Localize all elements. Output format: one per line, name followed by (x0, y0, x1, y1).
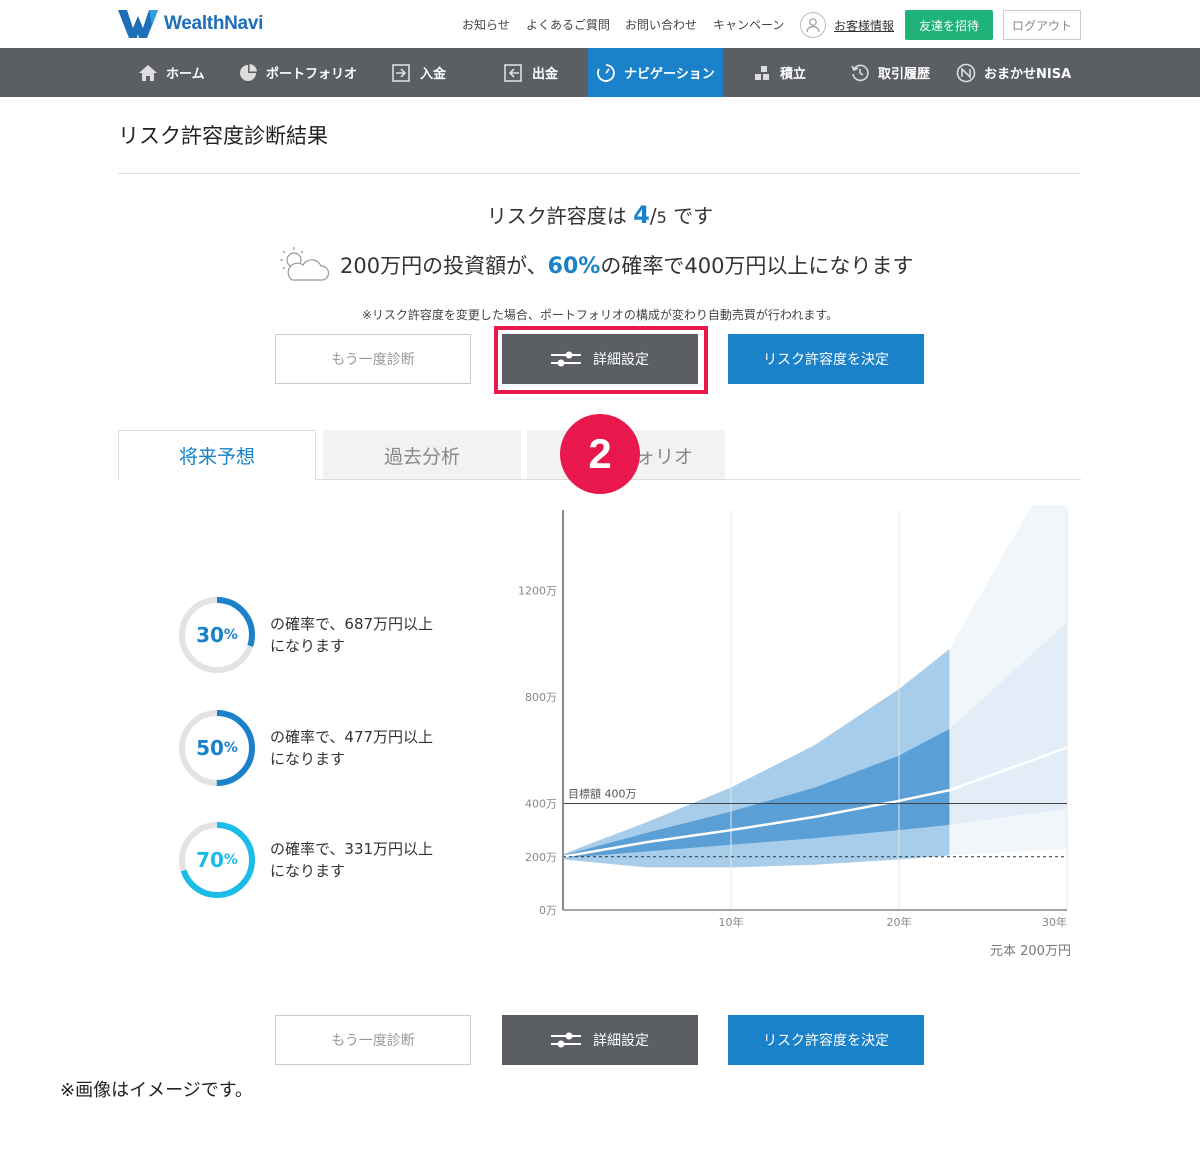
detail-settings-button-bottom[interactable]: 詳細設定 (502, 1015, 698, 1065)
probability-percent: 70% (196, 848, 238, 872)
page-title: リスク許容度診断結果 (118, 124, 328, 148)
probability-percent: 30% (196, 623, 238, 647)
button-label: 詳細設定 (593, 1033, 649, 1049)
navigation-icon (596, 63, 616, 83)
probability-ring: 50% (178, 709, 256, 787)
history-icon (850, 63, 870, 83)
probability-percent: 50% (196, 736, 238, 760)
risk-level-text: リスク許容度は 4/5 です (0, 200, 1200, 229)
tab-forecast[interactable]: 将来予想 (118, 430, 316, 480)
wealthnavi-logo-icon (118, 10, 158, 38)
highlight-frame (494, 326, 708, 394)
contact-link[interactable]: お問い合わせ (625, 16, 697, 33)
nisa-icon (956, 63, 976, 83)
invite-friend-button[interactable]: 友達を招待 (905, 10, 993, 40)
news-link[interactable]: お知らせ (462, 16, 510, 33)
main-nav: ホーム ポートフォリオ 入金 出金 ナビゲーション 積立 取引履歴 おまかせNI… (0, 48, 1200, 97)
probability-ring: 30% (178, 596, 256, 674)
x-tick-label: 20年 (887, 915, 912, 929)
deposit-icon (392, 63, 412, 83)
decide-risk-button-bottom[interactable]: リスク許容度を決定 (728, 1015, 924, 1065)
forecast-text: 200万円の投資額が、60%の確率で400万円以上になります (276, 246, 913, 284)
faq-link[interactable]: よくあるご質問 (526, 16, 610, 33)
nav-label: ホーム (166, 67, 205, 82)
y-tick-label: 200万 (525, 851, 557, 864)
logout-button[interactable]: ログアウト (1003, 10, 1081, 40)
sliders-icon (551, 1032, 581, 1048)
probability-description: の確率で、331万円以上 になります (270, 840, 434, 880)
nav-item-deposit[interactable]: 入金 (392, 48, 446, 97)
nav-label: 取引履歴 (878, 67, 931, 82)
logo[interactable]: WealthNavi (118, 10, 263, 38)
probability-item: 70% の確率で、331万円以上 になります (178, 821, 433, 899)
y-tick-label: 800万 (525, 691, 557, 704)
sun-cloud-icon (280, 247, 330, 281)
nav-label: ポートフォリオ (266, 67, 358, 82)
campaign-link[interactable]: キャンペーン (713, 16, 784, 33)
nav-item-navigation[interactable]: ナビゲーション (588, 48, 723, 97)
probability-description: の確率で、687万円以上 になります (270, 615, 434, 655)
forecast-percent: 60% (547, 254, 601, 279)
withdraw-icon (504, 63, 524, 83)
y-tick-label: 0万 (539, 904, 557, 917)
probability-description: の確率で、477万円以上 になります (270, 728, 434, 768)
account-label: お客様情報 (834, 18, 895, 33)
probability-item: 30% の確率で、687万円以上 になります (178, 596, 433, 674)
logo-text: WealthNavi (164, 13, 264, 34)
tab-past-analysis[interactable]: 過去分析 (323, 430, 521, 480)
risk-suffix: です (673, 204, 714, 228)
nav-label: 出金 (532, 67, 559, 82)
notice-text: ※リスク許容度を変更した場合、ポートフォリオの構成が変わり自動売買が行われます。 (361, 308, 839, 322)
risk-max: 5 (656, 208, 667, 227)
button-label: リスク許容度を決定 (763, 352, 889, 368)
risk-slash: / (649, 204, 657, 228)
pie-icon (238, 63, 258, 83)
principal-label: 元本 200万円 (990, 944, 1071, 959)
risk-value: 4 (633, 201, 650, 229)
nav-label: ナビゲーション (624, 67, 715, 82)
risk-prefix: リスク許容度は (486, 204, 627, 228)
blocks-icon (752, 63, 772, 83)
button-label: もう一度診断 (331, 1033, 415, 1049)
y-tick-label: 400万 (525, 798, 557, 811)
nav-item-history[interactable]: 取引履歴 (850, 48, 930, 97)
button-label: もう一度診断 (331, 352, 415, 368)
divider (118, 173, 1081, 174)
forecast-prefix: 200万円の投資額が、 (340, 254, 548, 278)
target-label: 目標額 400万 (568, 787, 637, 801)
x-tick-label: 10年 (719, 915, 744, 929)
user-icon (800, 12, 826, 38)
nav-label: 積立 (780, 67, 807, 82)
probability-ring: 70% (178, 821, 256, 899)
top-header: WealthNavi お知らせ よくあるご質問 お問い合わせ キャンペーン お客… (0, 0, 1200, 48)
nav-label: おまかせNISA (984, 67, 1072, 82)
image-footnote: ※画像はイメージです。 (60, 1080, 253, 1101)
forecast-chart: 10年20年30年1600万1200万800万400万200万0万目標額 400… (518, 505, 1068, 929)
home-icon (138, 63, 158, 83)
account-link[interactable]: お客様情報 (800, 12, 894, 38)
x-tick-label: 30年 (1042, 915, 1067, 929)
nav-item-accumulation[interactable]: 積立 (752, 48, 806, 97)
retry-diagnosis-button-bottom[interactable]: もう一度診断 (275, 1015, 471, 1065)
nav-item-portfolio[interactable]: ポートフォリオ (238, 48, 357, 97)
nav-item-nisa[interactable]: おまかせNISA (956, 48, 1071, 97)
nav-item-withdraw[interactable]: 出金 (504, 48, 558, 97)
y-tick-label: 1200万 (518, 585, 557, 598)
nav-label: 入金 (420, 67, 447, 82)
button-label: リスク許容度を決定 (763, 1033, 889, 1049)
decide-risk-button[interactable]: リスク許容度を決定 (728, 334, 924, 384)
nav-item-home[interactable]: ホーム (138, 48, 205, 97)
probability-item: 50% の確率で、477万円以上 になります (178, 709, 433, 787)
retry-diagnosis-button[interactable]: もう一度診断 (275, 334, 471, 384)
forecast-suffix: の確率で400万円以上になります (600, 254, 914, 278)
step-number-badge: 2 (560, 414, 640, 494)
